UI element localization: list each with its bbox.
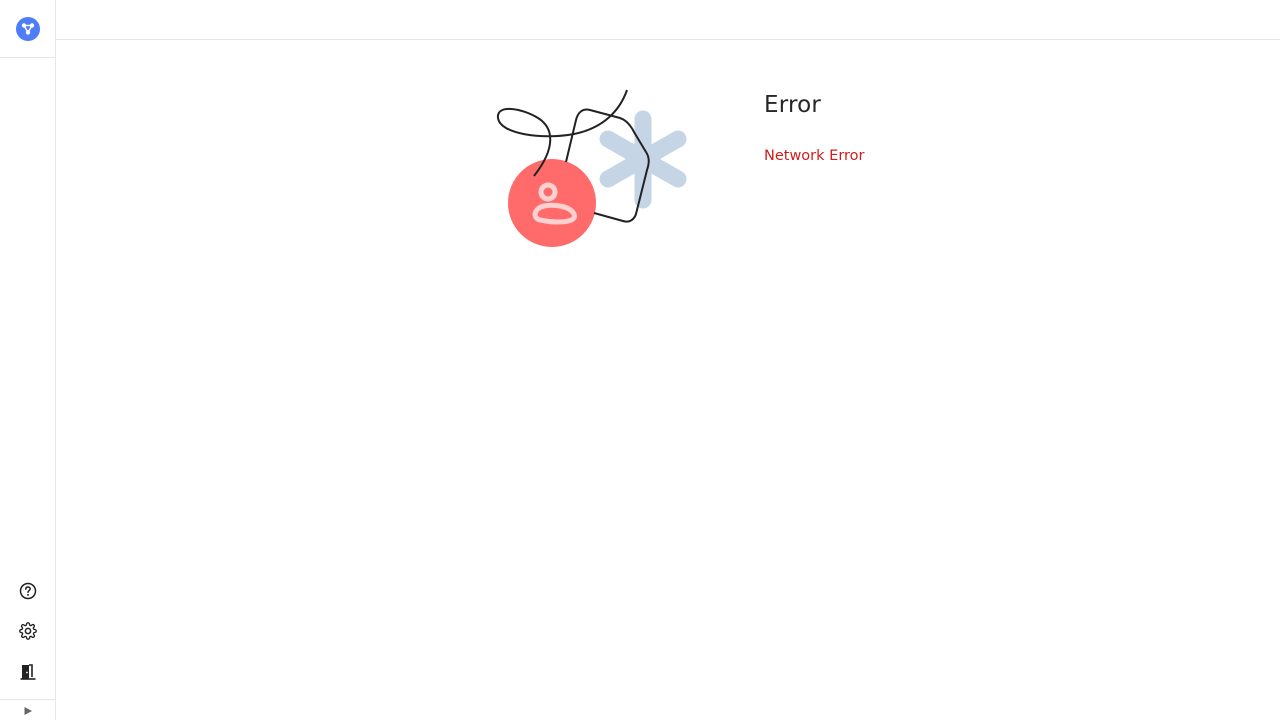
sidebar-collapse-toggle[interactable]	[0, 699, 55, 720]
error-panel: Error Network Error	[764, 92, 865, 164]
logo-area[interactable]	[0, 0, 55, 58]
top-header	[56, 0, 1280, 40]
gear-icon[interactable]	[16, 619, 40, 643]
sidebar	[0, 0, 56, 720]
door-exit-icon[interactable]	[16, 660, 40, 684]
main-content: Error Network Error	[56, 40, 1280, 720]
error-message: Network Error	[764, 148, 865, 164]
network-nodes-icon[interactable]	[15, 16, 40, 41]
play-triangle-icon	[23, 701, 33, 720]
user-error-illustration	[496, 88, 696, 250]
error-title: Error	[764, 92, 822, 118]
app-window: Error Network Error	[0, 0, 1280, 720]
help-circle-icon[interactable]	[16, 579, 40, 603]
